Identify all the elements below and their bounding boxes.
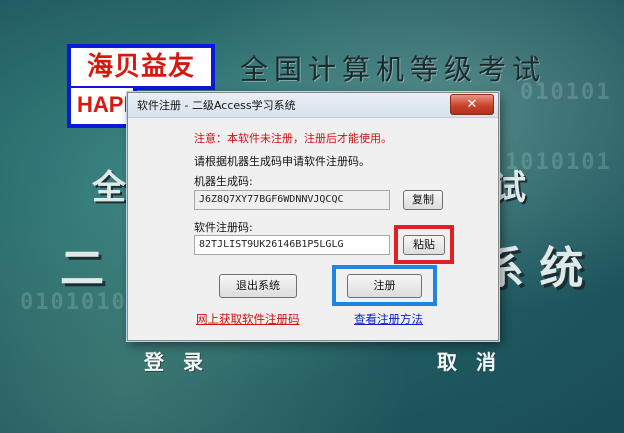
login-button[interactable]: 登 录 — [144, 346, 209, 375]
background-text-left: 全 — [92, 168, 126, 208]
copy-button[interactable]: 复制 — [403, 190, 443, 210]
brand-logo: 海贝益友 — [67, 44, 215, 90]
reg-code-label: 软件注册码: — [194, 221, 253, 234]
background-exam-title: 全国计算机等级考试 — [240, 53, 547, 86]
instruction-text: 请根据机器生成码申请软件注册码。 — [194, 155, 370, 168]
exit-system-button[interactable]: 退出系统 — [219, 274, 297, 298]
machine-code-label: 机器生成码: — [194, 175, 253, 188]
get-code-online-link[interactable]: 网上获取软件注册码 — [196, 311, 300, 327]
unregistered-notice: 注意：本软件未注册，注册后才能使用。 — [194, 132, 392, 145]
background-big-left: 二 — [60, 243, 104, 294]
machine-code-field[interactable]: J6Z8Q7XY77BGF6WDNNVJQCQC — [194, 190, 390, 210]
dialog-title: 软件注册 - 二级Access学习系统 — [137, 99, 296, 112]
close-button[interactable]: ✕ — [450, 94, 494, 115]
reg-code-field[interactable]: 82TJLIST9UK26146B1P5LGLG — [194, 235, 390, 255]
registration-dialog: 软件注册 - 二级Access学习系统 ✕ 注意：本软件未注册，注册后才能使用。… — [127, 92, 499, 341]
dialog-titlebar[interactable]: 软件注册 - 二级Access学习系统 ✕ — [128, 93, 498, 118]
cancel-button[interactable]: 取 消 — [437, 346, 502, 375]
view-register-method-link[interactable]: 查看注册方法 — [354, 311, 423, 327]
close-icon: ✕ — [466, 97, 478, 112]
register-button[interactable]: 注册 — [347, 274, 422, 298]
paste-button[interactable]: 粘贴 — [403, 235, 445, 255]
